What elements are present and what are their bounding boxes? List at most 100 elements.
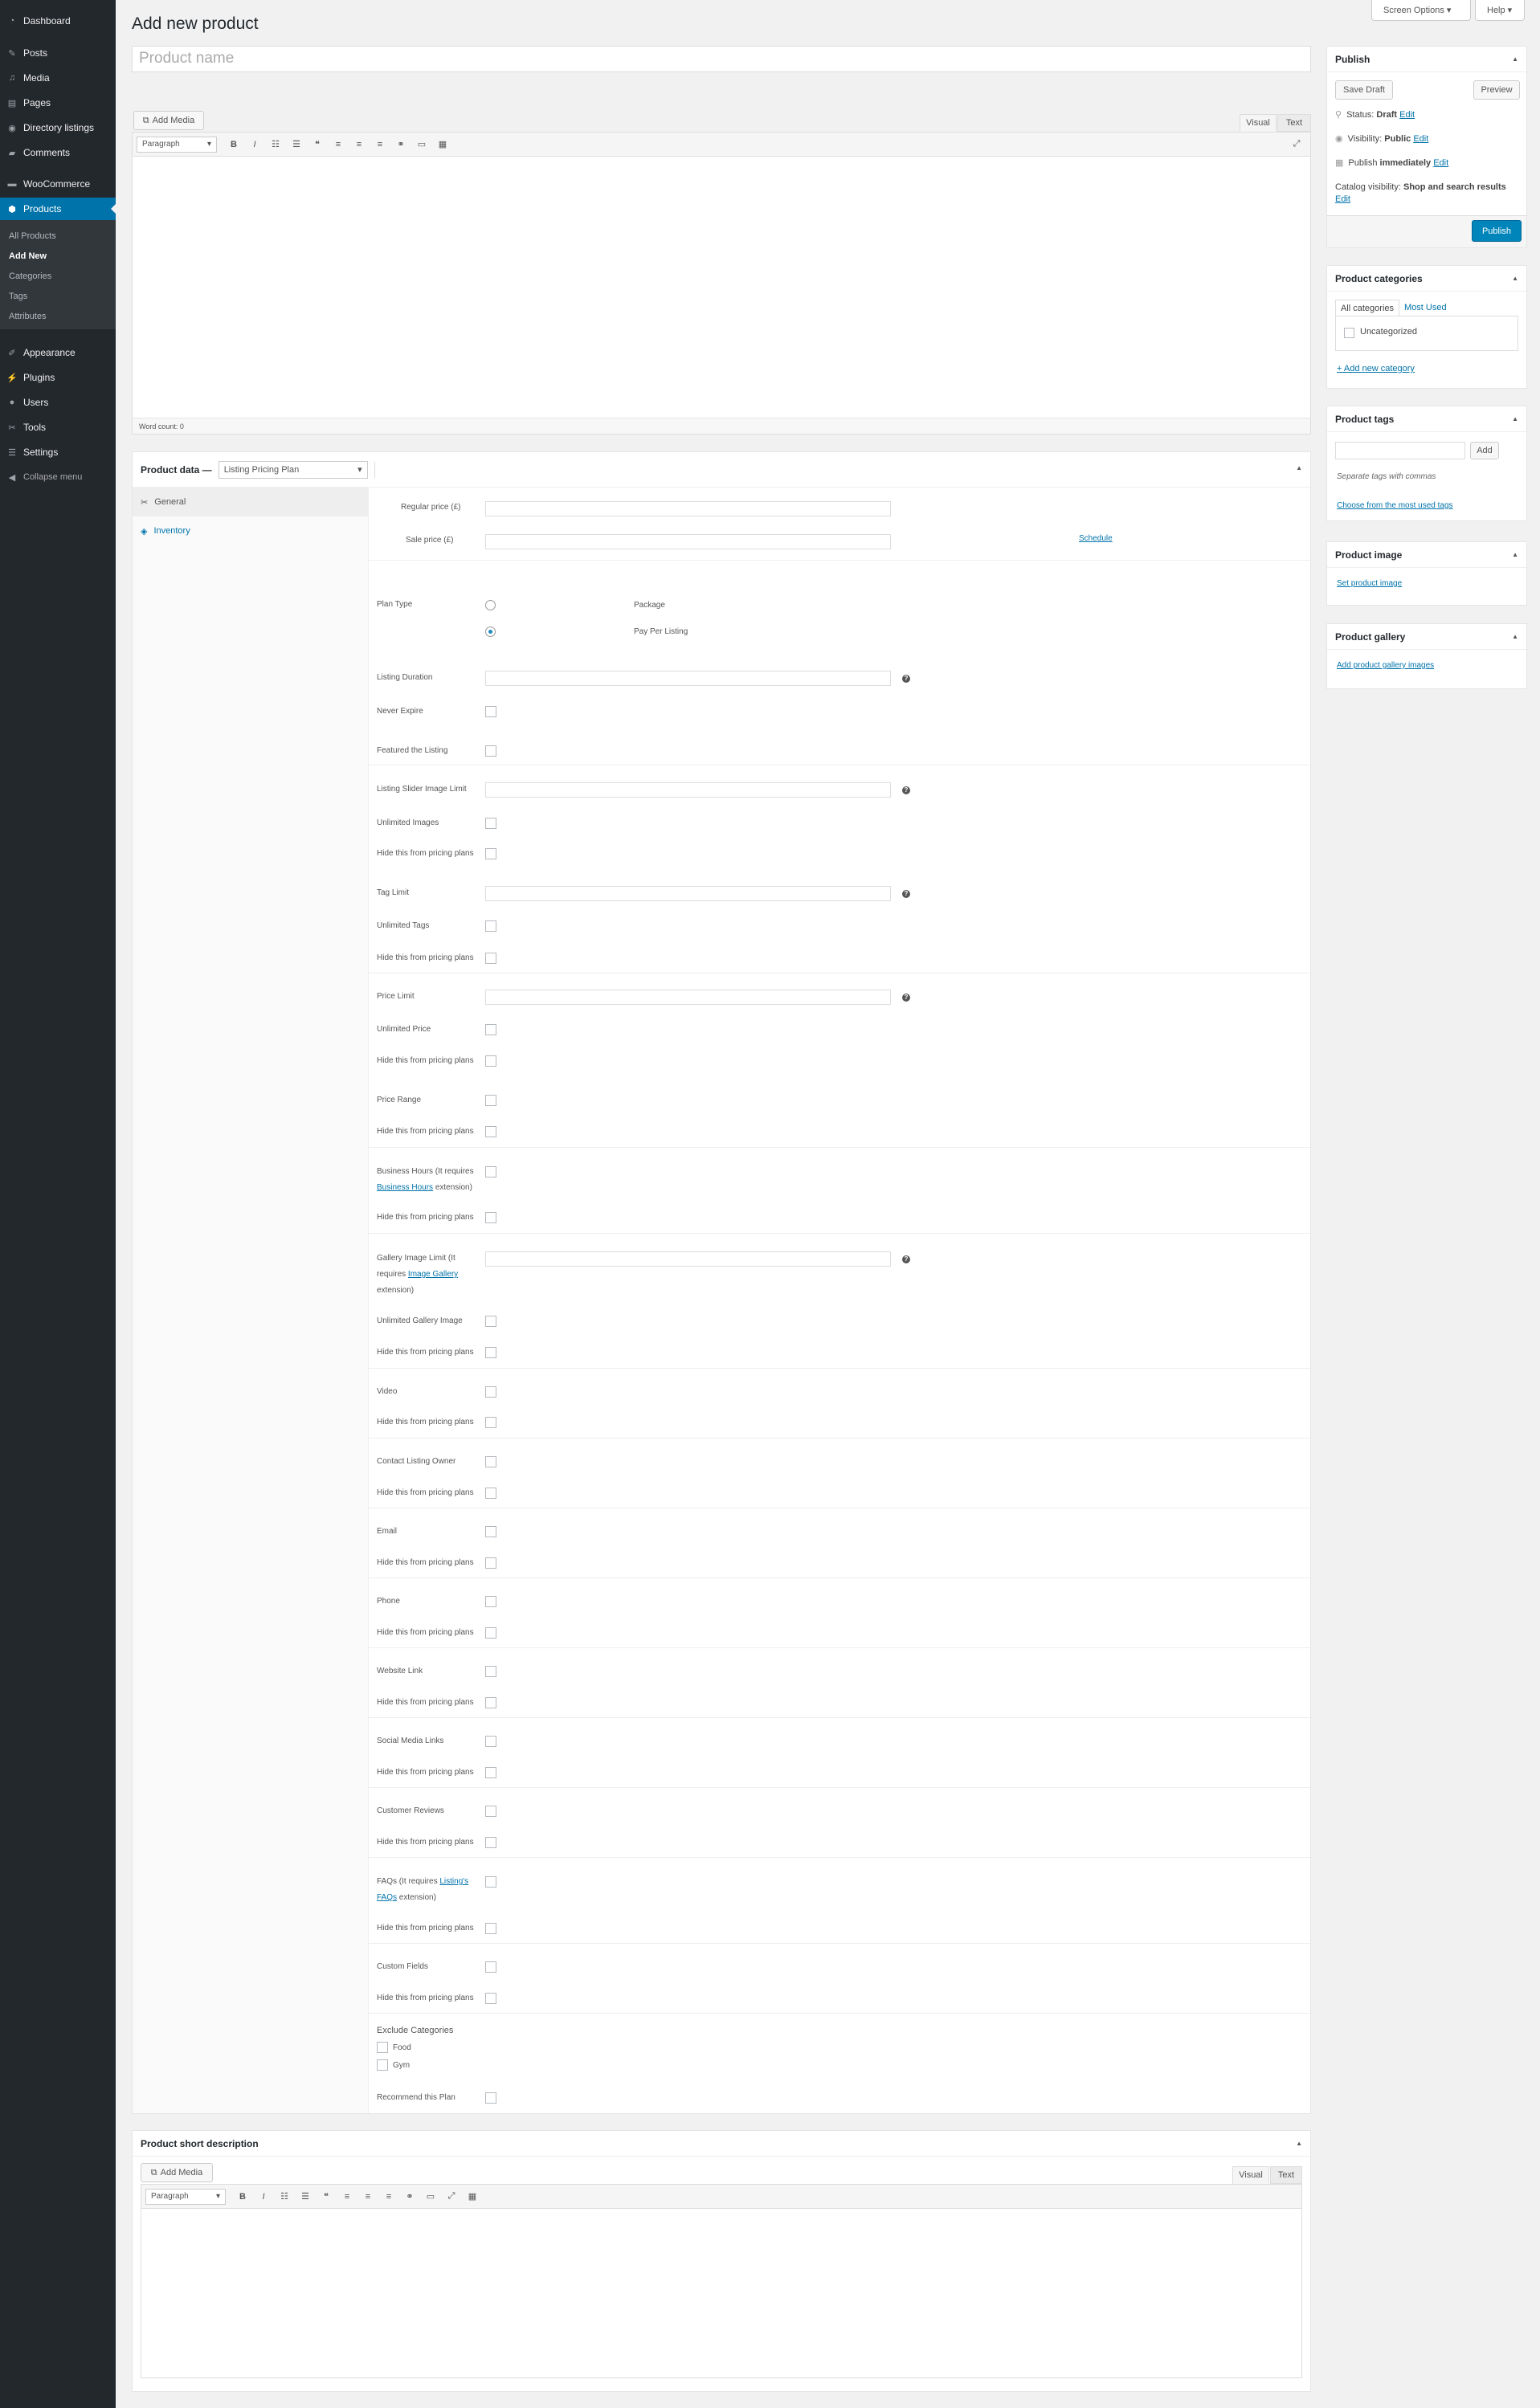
collapse-toggle-icon[interactable]: ▲ bbox=[1296, 464, 1302, 471]
gallery-limit-input[interactable] bbox=[485, 1251, 891, 1267]
listing-duration-input[interactable] bbox=[485, 671, 891, 686]
plan-ppl-radio[interactable] bbox=[485, 626, 496, 637]
menu-collapse[interactable]: ◀ Collapse menu bbox=[0, 468, 116, 486]
menu-dashboard[interactable]: ◔ Dashboard bbox=[0, 12, 116, 30]
menu-appearance[interactable]: ✐ Appearance bbox=[0, 344, 116, 361]
hide-checkbox[interactable] bbox=[485, 1923, 496, 1934]
listings-faqs-link[interactable]: Listing's bbox=[439, 1877, 468, 1886]
business-hours-checkbox[interactable] bbox=[485, 1166, 496, 1177]
menu-posts[interactable]: ✎ Posts bbox=[0, 44, 116, 62]
bold-icon[interactable]: B bbox=[223, 140, 244, 149]
choose-tags-link[interactable]: Choose from the most used tags bbox=[1337, 501, 1453, 510]
blockquote-icon[interactable]: ❝ bbox=[307, 139, 328, 149]
screen-options-button[interactable]: Screen Options ▾ bbox=[1371, 0, 1471, 21]
collapse-toggle-icon[interactable]: ▲ bbox=[1512, 551, 1518, 558]
help-icon[interactable]: ? bbox=[902, 1255, 910, 1263]
hide-checkbox[interactable] bbox=[485, 1697, 496, 1708]
submenu-add-new[interactable]: Add New bbox=[0, 247, 116, 267]
hide-checkbox[interactable] bbox=[485, 1055, 496, 1067]
hide-checkbox[interactable] bbox=[485, 1767, 496, 1778]
align-left-icon[interactable]: ≡ bbox=[328, 140, 349, 149]
help-icon[interactable]: ? bbox=[902, 675, 910, 683]
help-icon[interactable]: ? bbox=[902, 890, 910, 898]
video-checkbox[interactable] bbox=[485, 1386, 496, 1398]
short-add-media-button[interactable]: ⧉ Add Media bbox=[141, 2163, 213, 2182]
read-more-icon[interactable]: ▭ bbox=[411, 139, 432, 149]
fullscreen-icon[interactable]: ⤢ bbox=[1286, 139, 1307, 149]
publish-button[interactable]: Publish bbox=[1472, 220, 1522, 242]
submenu-all-products[interactable]: All Products bbox=[0, 227, 116, 247]
social-checkbox[interactable] bbox=[485, 1736, 496, 1747]
hide-checkbox[interactable] bbox=[485, 1347, 496, 1358]
slider-limit-input[interactable] bbox=[485, 782, 891, 798]
hide-checkbox[interactable] bbox=[485, 1488, 496, 1499]
short-tab-text[interactable]: Text bbox=[1270, 2166, 1302, 2184]
exclude-food-checkbox[interactable] bbox=[377, 2042, 388, 2053]
short-tab-visual[interactable]: Visual bbox=[1232, 2166, 1269, 2184]
hide-checkbox[interactable] bbox=[485, 1993, 496, 2004]
menu-media[interactable]: ♫ Media bbox=[0, 69, 116, 87]
menu-settings[interactable]: ☰ Settings bbox=[0, 443, 116, 461]
hide-checkbox[interactable] bbox=[485, 1557, 496, 1569]
faqs-checkbox[interactable] bbox=[485, 1876, 496, 1888]
bullet-list-icon[interactable]: ☷ bbox=[274, 2191, 295, 2202]
align-center-icon[interactable]: ≡ bbox=[349, 140, 370, 149]
link-icon[interactable]: ⚭ bbox=[390, 139, 411, 149]
set-image-link[interactable]: Set product image bbox=[1337, 579, 1402, 588]
tag-input[interactable] bbox=[1335, 442, 1465, 459]
price-limit-input[interactable] bbox=[485, 990, 891, 1005]
hide-checkbox[interactable] bbox=[485, 1126, 496, 1137]
product-type-select[interactable]: Listing Pricing Plan ▾ bbox=[218, 460, 368, 479]
business-hours-link[interactable]: Business Hours bbox=[377, 1183, 433, 1192]
add-media-button[interactable]: ⧉ Add Media bbox=[133, 111, 204, 130]
align-right-icon[interactable]: ≡ bbox=[370, 140, 390, 149]
help-icon[interactable]: ? bbox=[902, 994, 910, 1002]
numbered-list-icon[interactable]: ☰ bbox=[286, 139, 307, 149]
collapse-toggle-icon[interactable]: ▲ bbox=[1512, 633, 1518, 640]
email-checkbox[interactable] bbox=[485, 1526, 496, 1537]
hide-checkbox[interactable] bbox=[485, 953, 496, 964]
website-checkbox[interactable] bbox=[485, 1666, 496, 1677]
tab-all-categories[interactable]: All categories bbox=[1335, 300, 1399, 316]
hide-checkbox[interactable] bbox=[485, 1837, 496, 1848]
add-gallery-link[interactable]: Add product gallery images bbox=[1337, 661, 1434, 670]
unlimited-tags-checkbox[interactable] bbox=[485, 920, 496, 932]
collapse-toggle-icon[interactable]: ▲ bbox=[1512, 415, 1518, 422]
align-center-icon[interactable]: ≡ bbox=[357, 2192, 378, 2202]
menu-pages[interactable]: ▤ Pages bbox=[0, 94, 116, 112]
sale-price-input[interactable] bbox=[485, 534, 891, 549]
image-gallery-link[interactable]: Image Gallery bbox=[408, 1270, 458, 1279]
exclude-gym-checkbox[interactable] bbox=[377, 2059, 388, 2071]
collapse-toggle-icon[interactable]: ▲ bbox=[1512, 55, 1518, 63]
hide-checkbox[interactable] bbox=[485, 1627, 496, 1639]
preview-button[interactable]: Preview bbox=[1473, 80, 1520, 100]
featured-checkbox[interactable] bbox=[485, 745, 496, 757]
submenu-categories[interactable]: Categories bbox=[0, 267, 116, 287]
price-range-checkbox[interactable] bbox=[485, 1095, 496, 1106]
edit-visibility-link[interactable]: Edit bbox=[1413, 134, 1428, 144]
tab-inventory[interactable]: ◈ Inventory bbox=[133, 516, 368, 545]
fullscreen-icon[interactable]: ⤢ bbox=[441, 2191, 462, 2202]
link-icon[interactable]: ⚭ bbox=[399, 2191, 420, 2202]
bold-icon[interactable]: B bbox=[232, 2192, 253, 2202]
toolbar-toggle-icon[interactable]: ▦ bbox=[462, 2191, 483, 2202]
hide-checkbox[interactable] bbox=[485, 1417, 496, 1428]
collapse-toggle-icon[interactable]: ▲ bbox=[1296, 2140, 1302, 2147]
format-select[interactable]: Paragraph ▾ bbox=[137, 136, 217, 153]
save-draft-button[interactable]: Save Draft bbox=[1335, 80, 1393, 100]
edit-catalog-link[interactable]: Edit bbox=[1335, 194, 1350, 204]
submenu-tags[interactable]: Tags bbox=[0, 287, 116, 307]
short-format-select[interactable]: Paragraph ▾ bbox=[145, 2188, 226, 2205]
menu-comments[interactable]: ▰ Comments bbox=[0, 144, 116, 161]
unlimited-gallery-checkbox[interactable] bbox=[485, 1316, 496, 1327]
numbered-list-icon[interactable]: ☰ bbox=[295, 2191, 316, 2202]
hide-checkbox[interactable] bbox=[485, 1212, 496, 1223]
bullet-list-icon[interactable]: ☷ bbox=[265, 139, 286, 149]
align-left-icon[interactable]: ≡ bbox=[337, 2192, 357, 2202]
faqs-link[interactable]: FAQs bbox=[377, 1893, 397, 1902]
custom-fields-checkbox[interactable] bbox=[485, 1961, 496, 1973]
menu-tools[interactable]: ✂ Tools bbox=[0, 418, 116, 436]
read-more-icon[interactable]: ▭ bbox=[420, 2191, 441, 2202]
help-icon[interactable]: ? bbox=[902, 786, 910, 794]
menu-users[interactable]: ● Users bbox=[0, 394, 116, 411]
